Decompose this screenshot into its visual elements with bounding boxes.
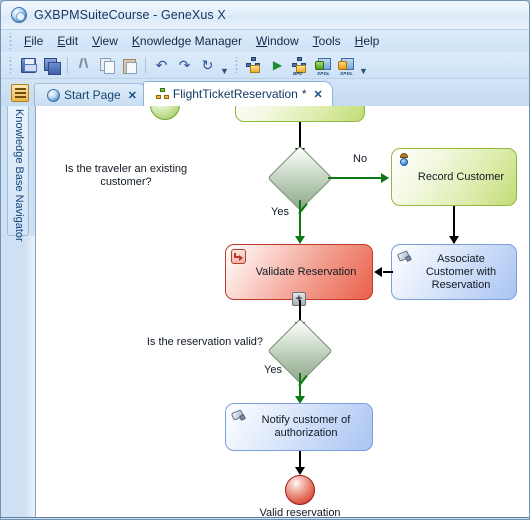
paste-icon	[122, 58, 137, 74]
user-task-icon	[397, 153, 412, 168]
end-event-label: Valid reservation	[259, 507, 341, 517]
save-button[interactable]	[18, 55, 39, 76]
gateway-existing-customer-label: Is the traveler an existing customer?	[64, 163, 188, 188]
redo-all-button[interactable]: ↻	[197, 55, 218, 76]
arrowhead-validate-in	[295, 236, 305, 244]
knowledge-base-navigator-panel[interactable]: Knowledge Base Navigator	[7, 106, 29, 242]
diagram-canvas[interactable]: Is the traveler an existing customer? No…	[35, 106, 529, 517]
export-xpdl-icon: XPDL	[338, 57, 355, 76]
menu-item-view[interactable]: View	[85, 32, 125, 50]
gateway-reservation-valid-label: Is the reservation valid?	[146, 336, 263, 348]
save-icon	[21, 57, 37, 73]
notify-customer-label: Notify customer of authorization	[261, 414, 351, 439]
toolbar-drag-handle-1[interactable]	[7, 57, 14, 73]
menu-bar: File Edit View Knowledge Manager Window …	[1, 30, 529, 52]
tab-strip: Start Page ✕ FlightTicketReservation * ✕	[1, 79, 529, 106]
menu-item-edit[interactable]: Edit	[50, 32, 85, 50]
paste-button[interactable]	[119, 55, 140, 76]
associate-customer-label: Associate Customer with Reservation	[425, 252, 497, 291]
save-all-button[interactable]	[41, 55, 62, 76]
undo-button[interactable]: ↶	[151, 55, 172, 76]
knowledge-base-navigator-toggle-icon[interactable]	[11, 84, 29, 102]
menu-drag-handle[interactable]	[7, 33, 14, 49]
redo-button[interactable]: ↷	[174, 55, 195, 76]
menu-item-file[interactable]: File	[17, 32, 50, 50]
flow-gateway-to-record-customer	[328, 177, 384, 179]
toolbar-group-standard: ↶ ↷ ↻	[17, 55, 230, 76]
window-title: GXBPMSuiteCourse - GeneXus X	[34, 8, 226, 22]
toolbar-separator-2	[145, 57, 146, 73]
run-icon: ▶	[272, 57, 283, 72]
arrowhead-end-in	[295, 467, 305, 475]
tab-flight-ticket-reservation-label: FlightTicketReservation	[172, 87, 298, 101]
build-process-icon	[246, 57, 263, 73]
undo-icon: ↶	[155, 56, 168, 73]
tab-start-page[interactable]: Start Page ✕	[34, 83, 147, 106]
toolbar-drag-handle-2[interactable]	[233, 57, 240, 73]
tab-flight-ticket-reservation[interactable]: FlightTicketReservation * ✕	[142, 81, 333, 106]
knowledge-base-navigator-rail	[1, 236, 35, 519]
menu-item-tools[interactable]: Tools	[306, 32, 348, 50]
run-button[interactable]: ▶	[267, 55, 288, 76]
arrowhead-associate-in	[449, 236, 459, 244]
start-page-icon	[47, 88, 60, 102]
genexus-logo-icon	[11, 7, 27, 23]
record-customer-label: Record Customer	[417, 170, 505, 183]
menu-item-knowledge-manager[interactable]: Knowledge Manager	[125, 32, 249, 50]
top-task-node[interactable]	[235, 106, 365, 122]
service-task-icon-associate	[396, 249, 412, 264]
end-event-icon[interactable]	[285, 475, 315, 505]
diagram-icon	[155, 87, 169, 101]
toolbar: ↶ ↷ ↻ ▶ BPD XPDL	[1, 52, 529, 79]
copy-icon	[99, 57, 115, 74]
menu-item-window[interactable]: Window	[249, 32, 306, 50]
import-xpdl-icon: XPDL	[315, 57, 332, 76]
call-activity-icon	[231, 249, 246, 264]
flow-label-no: No	[353, 153, 368, 165]
xpdl-label-export: XPDL	[340, 70, 354, 76]
toolbar-overflow-1[interactable]	[219, 55, 230, 76]
cut-button[interactable]	[73, 55, 94, 76]
bpd-label: BPD	[293, 71, 303, 76]
xpdl-label-import: XPDL	[317, 70, 331, 76]
associate-customer-node[interactable]: Associate Customer with Reservation	[391, 244, 517, 300]
import-bpd-button[interactable]: BPD	[290, 55, 311, 76]
validate-reservation-node[interactable]: Validate Reservation +	[225, 244, 373, 306]
redo-all-icon: ↻	[201, 56, 214, 73]
work-area: Knowledge Base Navigator Is the traveler…	[1, 106, 529, 519]
build-process-button[interactable]	[244, 55, 265, 76]
tab-modified-indicator: *	[301, 87, 307, 101]
flow-label-yes-top: Yes	[271, 206, 289, 218]
tab-start-page-label: Start Page	[64, 88, 121, 102]
toolbar-separator-1	[67, 57, 68, 73]
flow-associate-to-validate	[383, 271, 393, 273]
cut-icon	[77, 58, 91, 73]
title-bar: GXBPMSuiteCourse - GeneXus X	[1, 1, 529, 30]
toolbar-overflow-2[interactable]	[358, 55, 369, 76]
knowledge-base-navigator-label: Knowledge Base Navigator	[13, 109, 25, 242]
import-bpd-icon: BPD	[292, 57, 309, 76]
notify-customer-node[interactable]: Notify customer of authorization	[225, 403, 373, 451]
flow-label-yes-bottom: Yes	[264, 364, 282, 376]
menu-item-help[interactable]: Help	[348, 32, 387, 50]
validate-reservation-label: Validate Reservation	[255, 265, 357, 278]
application-window: GXBPMSuiteCourse - GeneXus X File Edit V…	[0, 0, 530, 520]
tab-flight-ticket-reservation-close-icon[interactable]: ✕	[314, 88, 323, 101]
service-task-icon-notify	[230, 408, 246, 423]
arrowhead-record-customer-in	[381, 173, 389, 183]
start-event-icon[interactable]	[150, 106, 180, 120]
arrowhead-validate-in-side	[374, 267, 382, 277]
export-xpdl-button[interactable]: XPDL	[336, 55, 357, 76]
record-customer-node[interactable]: Record Customer	[391, 148, 517, 206]
import-xpdl-button[interactable]: XPDL	[313, 55, 334, 76]
save-all-icon	[44, 57, 61, 75]
copy-button[interactable]	[96, 55, 117, 76]
redo-icon: ↷	[178, 56, 191, 73]
tab-start-page-close-icon[interactable]: ✕	[128, 89, 137, 102]
toolbar-group-process: ▶ BPD XPDL XPDL	[243, 55, 369, 76]
